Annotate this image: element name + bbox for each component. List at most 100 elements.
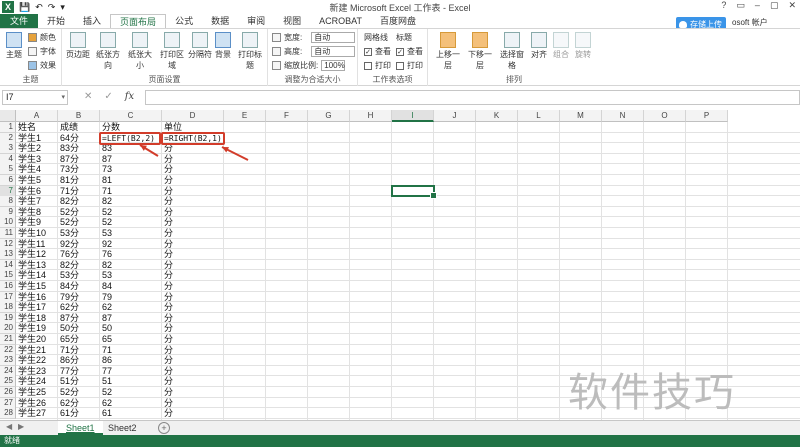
tab-page-layout[interactable]: 页面布局	[110, 14, 167, 28]
tab-view[interactable]: 视图	[274, 14, 310, 28]
width-label: 宽度:	[284, 33, 303, 42]
orientation-icon	[100, 32, 116, 48]
background-label: 背景	[215, 50, 231, 59]
zoom-icon	[272, 61, 281, 70]
group-label: 组合	[553, 50, 569, 59]
align-button[interactable]: 对齐	[530, 32, 548, 60]
gridlines-print-label: 打印	[375, 61, 391, 70]
prev-sheet-icon[interactable]: ◀	[6, 422, 12, 431]
empty-checkbox-icon	[396, 61, 404, 70]
background-icon	[215, 32, 231, 48]
width-row: 宽度: 自动	[272, 32, 356, 43]
print-area-label: 打印区域	[160, 50, 184, 70]
name-box[interactable]: I7 ▾	[2, 90, 68, 105]
effects-label: 效果	[40, 61, 56, 70]
tab-home[interactable]: 开始	[38, 14, 74, 28]
size-label: 纸张大小	[128, 50, 152, 70]
orientation-button[interactable]: 纸张方向	[94, 32, 122, 71]
colors-icon	[28, 33, 37, 42]
theme-group: 主题 颜色 字体 效果 主题	[0, 29, 62, 86]
check-icon: ✓	[364, 47, 372, 56]
formula-input[interactable]	[145, 90, 800, 105]
fonts-label: 字体	[40, 47, 56, 56]
formula-bar: I7 ▾ ✕ ✓ fx	[0, 90, 800, 106]
sheet-tab-sheet1[interactable]: Sheet1	[58, 421, 103, 435]
sheet-tab-sheet2[interactable]: Sheet2	[100, 421, 145, 435]
theme-icon	[6, 32, 22, 48]
window-title: 新建 Microsoft Excel 工作表 - Excel	[329, 3, 471, 13]
height-row: 高度: 自动	[272, 46, 356, 57]
height-select[interactable]: 自动	[311, 46, 356, 57]
page-setup-group-label: 页面设置	[148, 75, 181, 84]
tab-file[interactable]: 文件	[0, 14, 39, 28]
send-backward-button[interactable]: 下移一层	[466, 32, 494, 71]
next-sheet-icon[interactable]: ▶	[18, 422, 24, 431]
minimize-button[interactable]: –	[755, 0, 760, 11]
page-setup-group: 页边距 纸张方向 纸张大小 打印区域 分隔符 背景 打印标题 页面设置	[62, 29, 268, 86]
zoom-input[interactable]: 100%	[321, 60, 346, 71]
tab-insert[interactable]: 插入	[74, 14, 110, 28]
restore-button[interactable]: ▢	[770, 0, 779, 11]
margins-button[interactable]: 页边距	[66, 32, 90, 60]
ribbon: 主题 颜色 字体 效果 主题 页边距 纸张方向 纸张大小 打印区域 分隔符 背景…	[0, 28, 800, 86]
effects-button[interactable]: 效果	[28, 60, 56, 71]
sheet-tab-bar: ◀ ▶ Sheet1 Sheet2 +	[0, 420, 800, 435]
insert-function-icon[interactable]: fx	[125, 91, 134, 102]
active-cell-outline[interactable]	[391, 184, 437, 199]
cancel-icon[interactable]: ✕	[84, 91, 92, 102]
print-area-button[interactable]: 打印区域	[158, 32, 186, 71]
status-text: 就绪	[4, 436, 20, 445]
zoom-row: 缩放比例: 100%	[272, 60, 346, 71]
print-titles-label: 打印标题	[238, 50, 262, 70]
tab-acrobat[interactable]: ACROBAT	[310, 14, 371, 28]
selection-pane-icon	[504, 32, 520, 48]
fonts-button[interactable]: 字体	[28, 46, 56, 57]
gridlines-view-label: 查看	[375, 47, 391, 56]
print-titles-button[interactable]: 打印标题	[236, 32, 264, 71]
dropdown-icon[interactable]: ▾	[61, 91, 65, 104]
orientation-label: 纸张方向	[96, 50, 120, 70]
bring-forward-button[interactable]: 上移一层	[434, 32, 462, 71]
account-label[interactable]: osoft 帐户	[732, 17, 768, 28]
headings-print-checkbox[interactable]: 打印	[396, 60, 423, 71]
enter-icon[interactable]: ✓	[104, 91, 112, 102]
help-button[interactable]: ?	[721, 0, 726, 11]
width-select[interactable]: 自动	[311, 32, 356, 43]
watermark: 软件技巧	[568, 370, 736, 416]
zoom-label: 缩放比例:	[284, 61, 319, 70]
add-sheet-icon[interactable]: +	[158, 422, 170, 434]
arrange-group-label: 排列	[506, 75, 522, 84]
group-button[interactable]: 组合	[552, 32, 570, 60]
breaks-label: 分隔符	[188, 50, 212, 59]
arrange-group: 上移一层 下移一层 选择窗格 对齐 组合 旋转 排列	[428, 29, 600, 86]
ribbon-display-button[interactable]: ▭	[736, 0, 745, 11]
colors-button[interactable]: 颜色	[28, 32, 56, 43]
rotate-icon	[575, 32, 591, 48]
headings-view-checkbox[interactable]: ✓ 查看	[396, 46, 423, 57]
align-icon	[531, 32, 547, 48]
tab-baidu-netdisk[interactable]: 百度网盘	[371, 14, 425, 28]
headings-print-label: 打印	[407, 61, 423, 70]
size-icon	[132, 32, 148, 48]
breaks-button[interactable]: 分隔符	[188, 32, 212, 60]
arrow-to-right-formula	[221, 146, 249, 161]
title-bar: X 💾 ↶ ↷ ▾ 新建 Microsoft Excel 工作表 - Excel…	[0, 0, 800, 14]
print-titles-icon	[242, 32, 258, 48]
tab-formulas[interactable]: 公式	[166, 14, 202, 28]
sheet-options-group-label: 工作表选项	[372, 75, 413, 84]
group-icon	[553, 32, 569, 48]
rotate-button[interactable]: 旋转	[574, 32, 592, 60]
gridlines-print-checkbox[interactable]: 打印	[364, 60, 391, 71]
tab-data[interactable]: 数据	[202, 14, 238, 28]
themes-button[interactable]: 主题	[3, 32, 25, 60]
close-button[interactable]: ✕	[788, 0, 796, 11]
background-button[interactable]: 背景	[214, 32, 232, 60]
scale-group-label: 调整为合适大小	[284, 75, 341, 84]
sheet-options-group: 网格线 标题 ✓ 查看 ✓ 查看 打印 打印 工作表选项	[358, 29, 428, 86]
cloud-icon	[679, 21, 687, 28]
gridlines-view-checkbox[interactable]: ✓ 查看	[364, 46, 391, 57]
size-button[interactable]: 纸张大小	[126, 32, 154, 71]
empty-checkbox-icon	[364, 61, 372, 70]
selection-pane-button[interactable]: 选择窗格	[498, 32, 526, 71]
tab-review[interactable]: 审阅	[238, 14, 274, 28]
